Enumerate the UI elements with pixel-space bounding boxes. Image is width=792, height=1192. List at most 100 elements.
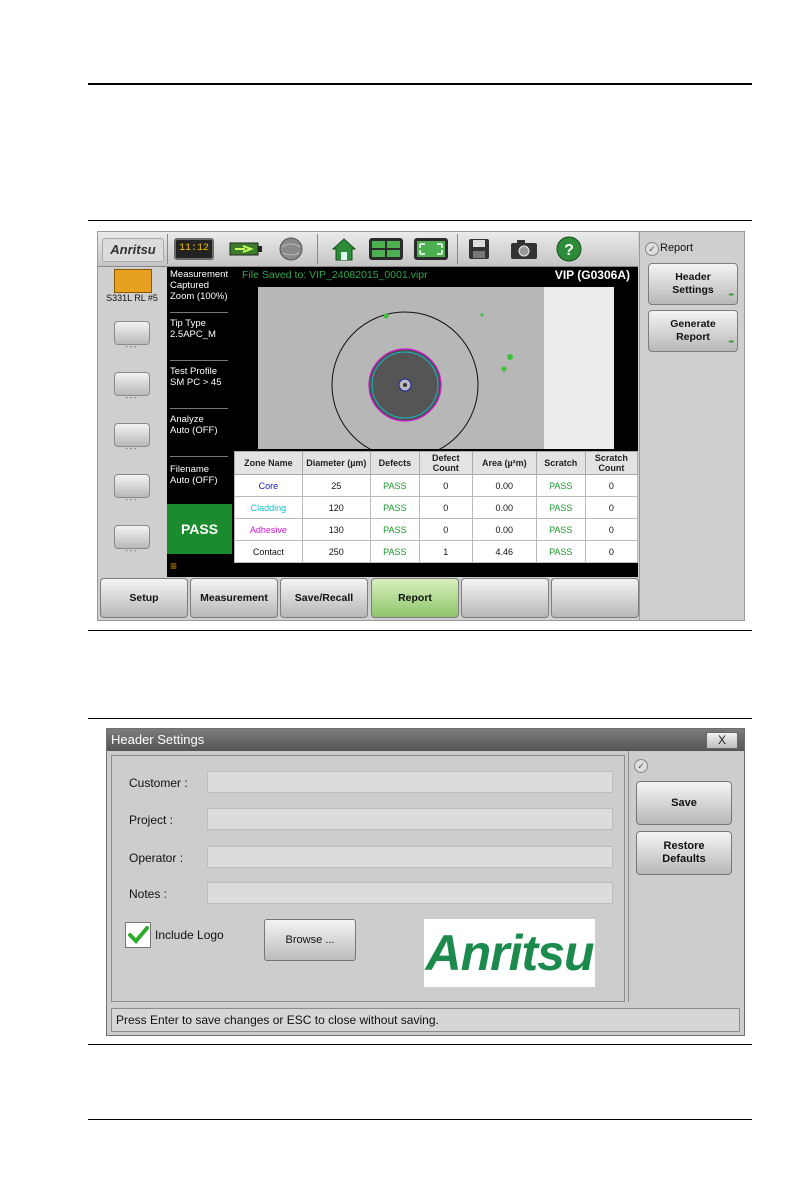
tab-setup[interactable]: Setup <box>100 578 188 618</box>
divider <box>170 360 228 361</box>
globe-icon[interactable] <box>271 235 311 263</box>
fullscreen-icon[interactable] <box>411 235 451 263</box>
tab-empty[interactable] <box>551 578 639 618</box>
anritsu-logo: Anritsu <box>102 238 164 262</box>
divider <box>317 234 318 264</box>
button-label: Restore <box>663 840 705 852</box>
table-row: Contact 250 PASS 1 4.46 PASS 0 <box>234 540 639 563</box>
column-header: Zone Name <box>234 451 303 475</box>
checkmark-icon <box>128 926 149 944</box>
analyze-info: Analyze Auto (OFF) <box>170 414 232 436</box>
zone-name-cell: Core <box>234 474 303 497</box>
file-saved-message: File Saved to: VIP_24082015_0001.vipr <box>242 269 428 281</box>
customer-field[interactable] <box>207 771 613 793</box>
button-label: Header <box>675 271 711 283</box>
zone-name-cell: Contact <box>234 540 303 563</box>
save-disk-icon[interactable] <box>459 235 499 263</box>
rule <box>88 718 752 719</box>
divider <box>170 408 228 409</box>
defects-cell: PASS <box>369 540 420 563</box>
rule <box>88 630 752 631</box>
side-soft-button[interactable] <box>114 423 150 447</box>
dots-icon: ••• <box>728 339 734 346</box>
column-header: Area (µ²m) <box>471 451 537 475</box>
table-header-row: Zone Name Diameter (µm) Defects Defect C… <box>234 451 639 475</box>
include-logo-checkbox[interactable] <box>125 922 151 948</box>
analyze-label: Analyze <box>170 414 204 425</box>
measurement-info: Measurement Captured Zoom (100%) <box>170 269 232 302</box>
column-header: Diameter (µm) <box>301 451 371 475</box>
filename-info: Filename Auto (OFF) <box>170 464 232 486</box>
camera-icon[interactable] <box>504 235 544 263</box>
analyze-value: Auto (OFF) <box>170 425 218 436</box>
top-rule <box>88 83 752 85</box>
tab-empty[interactable] <box>461 578 549 618</box>
defect-count-cell: 0 <box>418 518 473 541</box>
side-soft-button[interactable] <box>114 372 150 396</box>
browse-button[interactable]: Browse ... <box>264 919 356 961</box>
close-button[interactable]: X <box>706 732 738 749</box>
fiber-endface-image <box>258 287 614 449</box>
notes-field[interactable] <box>207 882 613 904</box>
menu-check-icon: ✓ <box>645 242 659 256</box>
left-side-column: S331L RL #5 - - - - - - - - - - - - - - … <box>98 267 166 577</box>
diameter-cell: 120 <box>301 496 371 519</box>
divider <box>457 234 458 264</box>
diameter-cell: 250 <box>301 540 371 563</box>
zone-results-table: Zone Name Diameter (µm) Defects Defect C… <box>234 451 639 563</box>
scratch-count-cell: 0 <box>584 474 639 497</box>
overall-pass-badge: PASS <box>167 504 232 554</box>
battery-icon <box>226 235 266 263</box>
save-button[interactable]: Save <box>636 781 732 825</box>
tip-type-value: 2.5APC_M <box>170 329 216 340</box>
side-button-label: - - - <box>125 395 137 402</box>
project-label: Project : <box>129 813 174 827</box>
operator-field[interactable] <box>207 846 613 868</box>
home-icon[interactable] <box>324 235 364 263</box>
restore-defaults-button[interactable]: Restore Defaults <box>636 831 732 875</box>
scratch-cell: PASS <box>535 518 586 541</box>
svg-text:?: ? <box>564 242 574 259</box>
scratch-cell: PASS <box>535 496 586 519</box>
header-settings-button[interactable]: Header Settings ••• <box>648 263 738 305</box>
test-profile-value: SM PC > 45 <box>170 377 222 388</box>
tip-type-info: Tip Type 2.5APC_M <box>170 318 232 340</box>
generate-report-button[interactable]: Generate Report ••• <box>648 310 738 352</box>
split-view-icon[interactable] <box>366 235 406 263</box>
column-header: Defects <box>369 451 420 475</box>
column-header: Scratch <box>535 451 586 475</box>
status-bar: Press Enter to save changes or ESC to cl… <box>111 1008 740 1032</box>
connector-icon: ≡ <box>170 559 178 573</box>
notes-label: Notes : <box>129 887 168 901</box>
rule <box>88 1044 752 1045</box>
project-field[interactable] <box>207 808 613 830</box>
column-header: Defect Count <box>418 451 473 475</box>
defect-count-cell: 0 <box>418 496 473 519</box>
include-logo-label: Include Logo <box>155 928 224 942</box>
scratch-cell: PASS <box>535 540 586 563</box>
side-button-label: - - - <box>125 344 137 351</box>
tab-save-recall[interactable]: Save/Recall <box>280 578 368 618</box>
table-row: Core 25 PASS 0 0.00 PASS 0 <box>234 474 639 497</box>
help-icon[interactable]: ? <box>549 235 589 263</box>
side-soft-button[interactable] <box>114 321 150 345</box>
tab-measurement[interactable]: Measurement <box>190 578 278 618</box>
side-soft-button[interactable] <box>114 474 150 498</box>
defects-cell: PASS <box>369 496 420 519</box>
button-label: Generate <box>670 318 716 330</box>
tab-report[interactable]: Report <box>371 578 459 618</box>
filename-value: Auto (OFF) <box>170 475 218 486</box>
dialog-title-bar: Header Settings X <box>107 729 744 751</box>
button-label: Defaults <box>662 853 706 865</box>
zoom-level: Zoom (100%) <box>170 291 228 302</box>
side-button-label: - - - <box>125 548 137 555</box>
vip-model-label: VIP (G0306A) <box>554 268 630 282</box>
defect-count-cell: 0 <box>418 474 473 497</box>
side-soft-button[interactable] <box>114 525 150 549</box>
divider <box>170 456 228 457</box>
bottom-rule <box>88 1119 752 1120</box>
clock-display: 11:12 <box>174 235 214 263</box>
measurement-display: Measurement Captured Zoom (100%) Tip Typ… <box>167 267 639 577</box>
measurement-status: Captured <box>170 280 210 291</box>
scratch-count-cell: 0 <box>584 540 639 563</box>
